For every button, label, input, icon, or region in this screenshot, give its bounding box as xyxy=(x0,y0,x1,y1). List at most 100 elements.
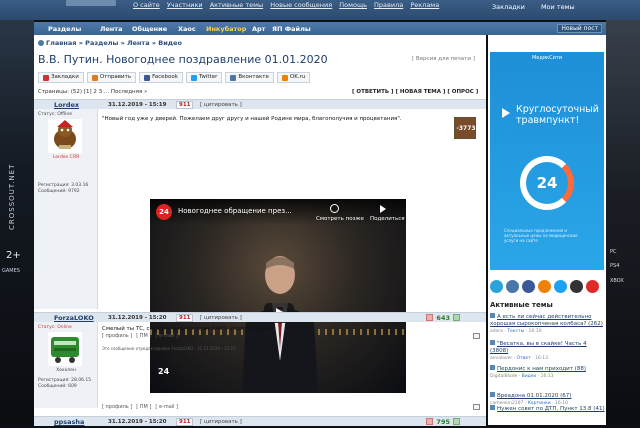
share-icon[interactable] xyxy=(380,205,386,213)
breadcrumb-text[interactable]: Главная » Разделы » Лента » Видео xyxy=(46,39,182,47)
channel-icon[interactable]: 24 xyxy=(156,204,172,220)
nav-talk[interactable]: Общение xyxy=(132,25,167,33)
topic-section[interactable]: Ответ xyxy=(517,356,531,361)
share-label[interactable]: Поделиться xyxy=(370,216,405,222)
topic-title[interactable]: "Весатка, вы в скайке! Часть 4 xyxy=(497,341,587,347)
print-version-link[interactable]: [ Версия для печати ] xyxy=(412,56,475,62)
nav-chaos[interactable]: Хаос xyxy=(178,25,196,33)
youtube-icon[interactable] xyxy=(586,280,599,293)
avatar[interactable] xyxy=(48,119,82,153)
active-topic[interactable]: Нужен совет по ДТП, Пункт 13.8 (41) xyxy=(490,405,606,413)
active-topic[interactable]: Вреадона 01.01.2020 (67) camenkin2107 · К… xyxy=(490,392,606,406)
right-background-banner[interactable] xyxy=(606,0,640,425)
status-text: Статус: Online xyxy=(38,325,72,330)
platform-ps4: PS4 xyxy=(610,263,620,269)
twitter-icon[interactable] xyxy=(554,280,567,293)
share-twitter-button[interactable]: Twitter xyxy=(185,72,223,83)
quote-link[interactable]: [ цитировать ] xyxy=(200,315,242,321)
share-label: Вконтакте xyxy=(238,74,269,80)
topic-section[interactable]: Тексты xyxy=(507,329,524,334)
active-topic[interactable]: А есть ли сейчас действительно хорошая с… xyxy=(490,313,606,334)
share-ok-button[interactable]: OK.ru xyxy=(276,72,311,83)
share-bookmarks-button[interactable]: Закладки xyxy=(38,72,84,83)
post-header: Lordex 31.12.2019 - 15:19 911 [ цитирова… xyxy=(34,99,486,109)
share-label: Twitter xyxy=(198,74,218,80)
ad-brand: МедикСити xyxy=(531,55,563,61)
author-panel: Статус: Online Хохолен Регистрация: 28.0… xyxy=(34,322,98,408)
topic-title[interactable]: Вреадона 01.01.2020 xyxy=(497,393,558,399)
topic-title[interactable]: Пердонис к нам приходит xyxy=(497,366,573,372)
top-link-members[interactable]: Участники xyxy=(167,1,203,9)
yandex-zen-icon[interactable] xyxy=(570,280,583,293)
nav-sections[interactable]: Разделы xyxy=(48,25,81,33)
share-vk-button[interactable]: Вконтакте xyxy=(225,72,274,83)
ad-banner[interactable]: МедикСити Круглосуточный травмпункт! 24 … xyxy=(490,52,604,270)
post-date: 31.12.2019 - 15:19 xyxy=(108,102,167,108)
share-facebook-button[interactable]: Facebook xyxy=(139,72,183,83)
rating-badge[interactable]: -3773 xyxy=(454,117,476,139)
nav-feed[interactable]: Лента xyxy=(100,25,122,33)
quote-link[interactable]: [ цитировать ] xyxy=(200,419,242,425)
pm-link[interactable]: [ ПМ ] xyxy=(136,404,151,410)
active-topic[interactable]: "Весатка, вы в скайке! Часть 4 (3808) aev… xyxy=(490,340,606,361)
share-label: Отправить xyxy=(99,74,132,80)
topic-title[interactable]: Нужен совет по ДТП, Пункт 13.8 xyxy=(497,406,592,412)
watch-later-icon[interactable] xyxy=(330,204,339,213)
profile-link[interactable]: [ профиль ] xyxy=(102,404,132,410)
post-number[interactable]: 911 xyxy=(176,101,194,109)
ad-headline: Круглосуточный травмпункт! xyxy=(516,104,599,126)
nav-files[interactable]: ЯП Файлы xyxy=(272,25,311,33)
active-topic[interactable]: Пердонис к нам приходит (88) DigitalBlade… xyxy=(490,365,606,379)
post-author[interactable]: Lordex xyxy=(54,101,79,109)
quote-link[interactable]: [ цитировать ] xyxy=(200,102,242,108)
topic-time: 16:13 xyxy=(540,374,554,379)
avatar[interactable] xyxy=(48,332,82,366)
ok-icon xyxy=(281,74,288,81)
topic-user[interactable]: DigitalBlade xyxy=(490,374,517,379)
breadcrumb[interactable]: Главная » Разделы » Лента » Видео xyxy=(38,39,182,47)
scroll-top-icon[interactable] xyxy=(473,404,480,410)
post-number[interactable]: 911 xyxy=(176,314,194,322)
top-link-rules[interactable]: Правила xyxy=(374,1,403,9)
minus-icon[interactable] xyxy=(426,418,434,425)
email-link[interactable]: [ e-mail ] xyxy=(155,404,178,410)
ok-icon[interactable] xyxy=(538,280,551,293)
plus-icon[interactable] xyxy=(453,314,460,321)
post-text: Смелый ты ТС, создать тему которая 146% … xyxy=(102,326,272,332)
facebook-icon[interactable] xyxy=(522,280,535,293)
share-send-button[interactable]: Отправить xyxy=(86,72,137,83)
topic-title[interactable]: А есть ли сейчас действительно хорошая с… xyxy=(490,314,591,327)
reputation-value: 643 xyxy=(436,314,450,322)
minus-icon[interactable] xyxy=(426,314,434,321)
post-author[interactable]: ForzaLOKO xyxy=(54,314,94,322)
plus-icon[interactable] xyxy=(453,418,460,425)
pagination[interactable]: Страницы: (52) [1] 2 3 ... Последняя » xyxy=(38,89,147,95)
edit-note: Это сообщение отредактировал ForzaLOKO -… xyxy=(102,346,236,351)
post: ForzaLOKO 31.12.2019 - 15:20 911 [ цитир… xyxy=(34,312,486,412)
thread-actions[interactable]: [ ОТВЕТИТЬ ] [ НОВАЯ ТЕМА ] [ ОПРОС ] xyxy=(352,89,478,95)
top-link-new[interactable]: Новые сообщения xyxy=(270,1,332,9)
vk-icon[interactable] xyxy=(506,280,519,293)
top-link-help[interactable]: Помощь xyxy=(339,1,367,9)
site-logo[interactable] xyxy=(66,0,116,6)
new-post-button[interactable]: Новый пост xyxy=(557,24,602,33)
nav-art[interactable]: Арт xyxy=(252,25,265,33)
topic-user[interactable]: aevalaver xyxy=(490,356,512,361)
post-text: "Новый год уже у дверей. Пожелаем друг д… xyxy=(102,116,402,122)
left-background-banner[interactable] xyxy=(0,0,34,425)
home-icon xyxy=(38,40,44,46)
active-topics-heading: Активные темы xyxy=(490,301,553,309)
my-topics-link[interactable]: Мои темы xyxy=(541,3,575,11)
watch-later-label[interactable]: Смотреть позже xyxy=(316,216,364,222)
main-nav: Разделы Лента Общение Хаос Инкубатор Арт… xyxy=(34,22,606,35)
video-title[interactable]: Новогоднее обращение през... xyxy=(178,207,292,215)
bookmarks-link[interactable]: Закладки xyxy=(492,3,525,11)
top-link-ads[interactable]: Реклама xyxy=(410,1,439,9)
top-link-about[interactable]: О сайте xyxy=(133,1,160,9)
topic-count: (88) xyxy=(574,366,586,372)
nav-incubator[interactable]: Инкубатор xyxy=(206,25,246,33)
telegram-icon[interactable] xyxy=(490,280,503,293)
topic-section[interactable]: Видео xyxy=(522,374,537,379)
top-link-active[interactable]: Активные темы xyxy=(210,1,263,9)
topic-user[interactable]: adora xyxy=(490,329,503,334)
